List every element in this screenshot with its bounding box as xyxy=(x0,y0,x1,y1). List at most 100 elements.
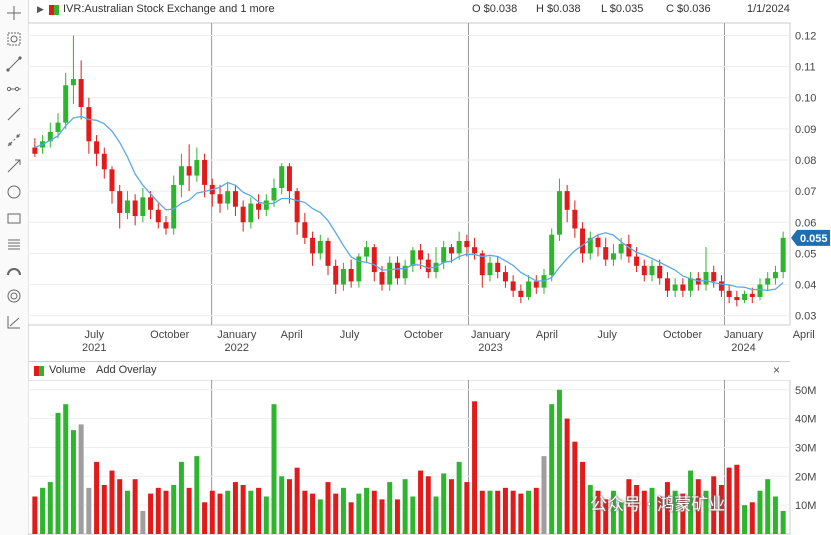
candle-body xyxy=(132,200,138,217)
volume-bar xyxy=(78,424,84,534)
price-chart[interactable]: 0.12 0.11 0.10 0.09 0.08 0.07 0.06 0.05 0.04 0.03… xyxy=(28,20,831,358)
candle-body xyxy=(603,247,609,260)
volume-bar xyxy=(209,490,215,534)
candle-body xyxy=(232,191,238,207)
volume-panel-header: Volume Add Overlay × xyxy=(28,361,790,381)
volume-bar xyxy=(194,456,200,534)
close-volume-button[interactable]: × xyxy=(773,363,780,377)
volume-bar xyxy=(418,470,424,534)
x-month-label: January xyxy=(217,329,257,341)
candle-body xyxy=(217,194,223,204)
volume-tick-label: 30M xyxy=(795,442,816,454)
add-overlay-button[interactable]: Add Overlay xyxy=(96,364,157,376)
volume-bar xyxy=(155,487,161,534)
candle-body xyxy=(171,184,177,229)
candle-body xyxy=(456,240,462,254)
x-month-label: April xyxy=(793,329,815,341)
candle-body xyxy=(464,240,470,248)
close-value: C $0.036 xyxy=(666,3,711,15)
candle-body xyxy=(448,247,454,254)
collapse-triangle-icon[interactable]: ▶ xyxy=(37,4,44,15)
x-month-label: October xyxy=(404,329,443,341)
candle-body xyxy=(610,253,616,260)
x-month-label: April xyxy=(536,329,558,341)
volume-bar xyxy=(518,493,524,534)
candle-body xyxy=(32,147,38,154)
candle-body xyxy=(387,262,393,285)
line-icon[interactable] xyxy=(5,105,23,123)
candle-body xyxy=(726,290,732,297)
volume-bar xyxy=(124,490,130,534)
arrow-line-icon[interactable] xyxy=(5,157,23,175)
candle-body xyxy=(364,247,370,257)
volume-bar xyxy=(286,479,292,534)
x-month-label: July xyxy=(597,329,617,341)
trend-line-icon[interactable] xyxy=(5,55,23,73)
volume-bar xyxy=(340,487,346,534)
watermark: 公众号 · 鸿蒙矿业 xyxy=(590,495,726,515)
volume-bar xyxy=(580,461,586,534)
arc-icon[interactable] xyxy=(5,261,23,279)
candle-body xyxy=(248,203,254,223)
candle-body xyxy=(225,191,231,204)
x-month-label: July xyxy=(340,329,360,341)
candle-body xyxy=(240,206,246,223)
volume-bar xyxy=(433,496,439,534)
measure-icon[interactable] xyxy=(5,313,23,331)
candle-body xyxy=(86,107,92,142)
candle-body xyxy=(718,281,724,291)
volume-bar xyxy=(364,487,370,534)
x-month-label: April xyxy=(281,329,303,341)
candle-body xyxy=(55,122,61,132)
volume-bar xyxy=(448,479,454,534)
candle-body xyxy=(256,203,262,210)
candle-body xyxy=(495,262,501,273)
candle-body xyxy=(163,222,169,229)
volume-bar xyxy=(765,479,771,534)
volume-bar xyxy=(564,418,570,534)
dotted-line-icon[interactable] xyxy=(5,131,23,149)
volume-bar xyxy=(240,484,246,534)
candle-body xyxy=(549,234,555,276)
horizontal-ray-icon[interactable] xyxy=(5,80,23,98)
candle-body xyxy=(178,166,184,185)
candle-body xyxy=(348,268,354,282)
price-tick-label: 0.10 xyxy=(795,93,816,105)
volume-bar xyxy=(256,487,262,534)
x-year-label: 2023 xyxy=(478,342,502,354)
candle-body xyxy=(502,272,508,282)
candle-body xyxy=(572,209,578,229)
price-tick-label: 0.03 xyxy=(795,311,816,323)
zoom-box-icon[interactable] xyxy=(5,30,23,48)
target-icon[interactable] xyxy=(5,287,23,305)
candle-body xyxy=(564,191,570,210)
volume-bar xyxy=(70,430,76,534)
crosshair-icon[interactable] xyxy=(5,4,23,22)
candle-body xyxy=(194,159,200,176)
volume-bar xyxy=(533,487,539,534)
candle-body xyxy=(711,272,717,282)
volume-bar xyxy=(526,490,532,534)
volume-bar xyxy=(394,499,400,534)
volume-bar xyxy=(734,464,740,534)
volume-bar xyxy=(556,389,562,534)
rectangle-icon[interactable] xyxy=(5,209,23,227)
candle-body xyxy=(688,278,694,291)
volume-bar xyxy=(402,479,408,534)
circle-icon[interactable] xyxy=(5,183,23,201)
volume-bar xyxy=(441,473,447,534)
symbol-label[interactable]: IVR:Australian Stock Exchange and 1 more xyxy=(63,3,275,15)
fibonacci-icon[interactable] xyxy=(5,235,23,253)
candle-body xyxy=(325,240,331,266)
volume-bar xyxy=(549,404,555,534)
volume-bar xyxy=(101,484,107,534)
volume-bar xyxy=(32,496,38,534)
candle-body xyxy=(772,272,778,279)
volume-bar xyxy=(356,493,362,534)
volume-bar xyxy=(472,401,478,534)
price-plot-area xyxy=(28,22,791,326)
volume-bar xyxy=(47,482,53,534)
candle-body xyxy=(580,228,586,254)
volume-bar xyxy=(117,479,123,534)
volume-bar xyxy=(86,487,92,534)
